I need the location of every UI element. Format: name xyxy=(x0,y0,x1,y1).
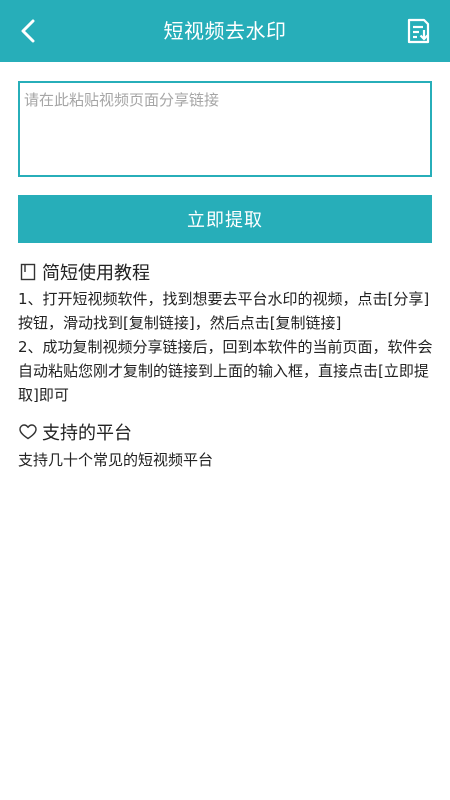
extract-button[interactable]: 立即提取 xyxy=(18,195,432,243)
share-link-input-container xyxy=(18,81,432,177)
tutorial-title: 简短使用教程 xyxy=(42,263,150,284)
tutorial-steps: 1、打开短视频软件，找到想要去平台水印的视频，点击[分享]按钮，滑动找到[复制链… xyxy=(18,287,434,407)
platforms-title: 支持的平台 xyxy=(42,423,132,444)
tutorial-step-1: 1、打开短视频软件，找到想要去平台水印的视频，点击[分享]按钮，滑动找到[复制链… xyxy=(18,290,430,332)
page-title: 短视频去水印 xyxy=(163,19,287,43)
tutorial-step-2: 2、成功复制视频分享链接后，回到本软件的当前页面，软件会自动粘贴您刚才复制的链接… xyxy=(18,338,433,404)
tutorial-heading: 简短使用教程 xyxy=(18,259,150,285)
app-header: 短视频去水印 xyxy=(0,0,450,62)
download-list-button[interactable] xyxy=(400,13,436,49)
platforms-heading: 支持的平台 xyxy=(18,419,132,445)
share-link-input[interactable] xyxy=(20,83,430,175)
heart-icon xyxy=(18,422,38,442)
platforms-description: 支持几十个常见的短视频平台 xyxy=(18,451,214,469)
download-list-icon xyxy=(407,18,430,44)
bookmark-icon xyxy=(18,262,38,282)
